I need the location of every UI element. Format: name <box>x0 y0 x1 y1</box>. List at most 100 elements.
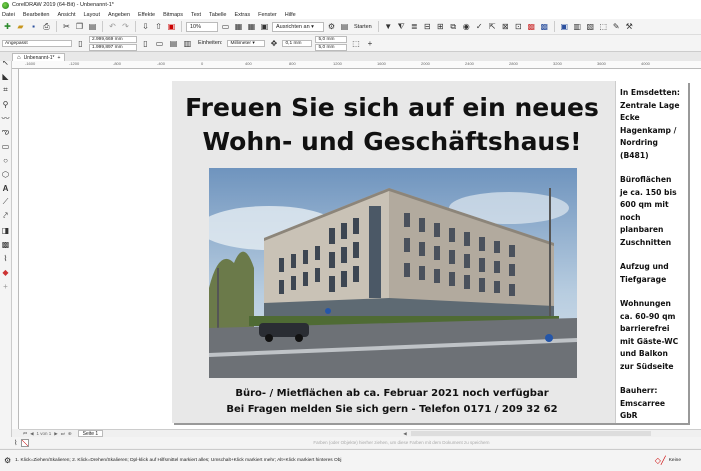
document-tab[interactable]: ⌂ Unbenannt-1* + <box>12 53 66 61</box>
zoom-tool-icon[interactable]: ⚲ <box>1 97 11 111</box>
check-icon[interactable]: ✓ <box>474 21 485 32</box>
add-page-icon[interactable]: ⊕ <box>68 431 72 437</box>
dropper-icon[interactable]: ⌇ <box>14 439 17 447</box>
image-adjust-icon[interactable]: ▧ <box>585 21 596 32</box>
menu-layout[interactable]: Layout <box>84 12 101 18</box>
close-tab-icon[interactable]: + <box>57 55 60 61</box>
settings-gear-icon[interactable]: ⚙ <box>4 456 11 465</box>
trim-icon[interactable]: ⊠ <box>500 21 511 32</box>
eyedropper-icon[interactable]: ⌇ <box>1 251 11 265</box>
text-tool-icon[interactable]: A <box>1 181 11 195</box>
menu-datei[interactable]: Datei <box>2 12 15 18</box>
intersect-icon[interactable]: ⊡ <box>513 21 524 32</box>
launch-icon[interactable]: ▤ <box>339 21 350 32</box>
combine-icon[interactable]: ⧉ <box>448 21 459 32</box>
color-styles-icon[interactable]: ▩ <box>526 21 537 32</box>
paste-icon[interactable]: ▤ <box>87 21 98 32</box>
menu-bearbeiten[interactable]: Bearbeiten <box>23 12 50 18</box>
document-page[interactable]: Freuen Sie sich auf ein neues Wohn- und … <box>172 81 688 423</box>
import-icon[interactable]: ⇩ <box>140 21 151 32</box>
page-height-input[interactable]: 1.999,897 mm <box>89 43 137 51</box>
duplicate-x-input[interactable]: 5,0 mm <box>315 35 348 43</box>
building-photo[interactable] <box>209 168 577 378</box>
menu-hilfe[interactable]: Hilfe <box>285 12 296 18</box>
menu-effekte[interactable]: Effekte <box>138 12 155 18</box>
transparency-tool-icon[interactable]: ▩ <box>1 237 11 251</box>
availability-text[interactable]: Büro- / Mietflächen ab ca. Februar 2021 … <box>172 388 612 399</box>
add-icon[interactable]: + <box>364 38 375 49</box>
barcode-icon[interactable]: ▥ <box>572 21 583 32</box>
crop-tool-icon[interactable]: ⌗ <box>1 83 11 97</box>
portrait-icon[interactable]: ▯ <box>140 38 151 49</box>
publish-pdf-icon[interactable]: ▣ <box>166 21 177 32</box>
qr-code-icon[interactable]: ▣ <box>559 21 570 32</box>
open-folder-icon[interactable]: ▰ <box>15 21 26 32</box>
artistic-media-icon[interactable]: ఌ <box>1 125 11 139</box>
redo-icon[interactable]: ↷ <box>120 21 131 32</box>
parallel-dimension-icon[interactable]: ⟋ <box>1 195 11 209</box>
full-screen-icon[interactable]: ▭ <box>220 21 231 32</box>
weld-icon[interactable]: ◉ <box>461 21 472 32</box>
prev-page-icon[interactable]: ◀ <box>30 431 33 437</box>
info-column[interactable]: In Emsdetten: Zentrale Lage Ecke Hagenka… <box>615 81 688 423</box>
scroll-left-icon[interactable]: ◀ <box>403 431 406 437</box>
shape-tool-icon[interactable]: ◣ <box>1 69 11 83</box>
units-select[interactable]: Millimeter ▾ <box>227 39 266 47</box>
transform-icon[interactable]: ⇱ <box>487 21 498 32</box>
snap-icon[interactable]: ▣ <box>259 21 270 32</box>
cut-icon[interactable]: ✂ <box>61 21 72 32</box>
export-icon[interactable]: ⇧ <box>153 21 164 32</box>
print-icon[interactable]: ⎙ <box>41 21 52 32</box>
flyer-headline[interactable]: Freuen Sie sich auf ein neues Wohn- und … <box>172 91 612 159</box>
menu-bitmaps[interactable]: Bitmaps <box>163 12 183 18</box>
group-icon[interactable]: ⊞ <box>435 21 446 32</box>
contact-phone-text[interactable]: Bei Fragen melden Sie sich gern - Telefo… <box>172 404 612 415</box>
duplicate-y-input[interactable]: 5,0 mm <box>315 43 348 51</box>
landscape-icon[interactable]: ▭ <box>154 38 165 49</box>
all-pages-icon[interactable]: ▤ <box>168 38 179 49</box>
menu-angeben[interactable]: Angeben <box>108 12 130 18</box>
menu-extras[interactable]: Extras <box>234 12 250 18</box>
drop-shadow-icon[interactable]: ◨ <box>1 223 11 237</box>
ellipse-tool-icon[interactable]: ○ <box>1 153 11 167</box>
palette-icon[interactable]: ▩ <box>539 21 550 32</box>
current-page-icon[interactable]: ▥ <box>182 38 193 49</box>
save-icon[interactable]: ▪ <box>28 21 39 32</box>
page-border-icon[interactable]: ⬚ <box>350 38 361 49</box>
page-width-input[interactable]: 2.999,669 mm <box>89 35 137 43</box>
tools-wrench-icon[interactable]: ⚒ <box>624 21 635 32</box>
rectangle-tool-icon[interactable]: ▭ <box>1 139 11 153</box>
launch-label[interactable]: Starten <box>354 24 372 30</box>
distribute-icon[interactable]: ⊟ <box>422 21 433 32</box>
rulers-icon[interactable]: ▦ <box>233 21 244 32</box>
menu-text[interactable]: Text <box>191 12 201 18</box>
pick-tool-extra-icon[interactable]: ▼ <box>383 21 394 32</box>
page-preset-select[interactable]: Angepasst <box>2 39 72 47</box>
snap-to-dropdown[interactable]: Ausrichten an ▾ <box>272 21 324 32</box>
menu-ansicht[interactable]: Ansicht <box>57 12 75 18</box>
nudge-distance-input[interactable]: 0,1 mm <box>282 39 313 47</box>
undo-icon[interactable]: ↶ <box>107 21 118 32</box>
align-icon[interactable]: ≣ <box>409 21 420 32</box>
grid-icon[interactable]: ▦ <box>246 21 257 32</box>
vertical-ruler[interactable] <box>12 69 19 429</box>
add-tool-icon[interactable]: + <box>1 279 11 293</box>
first-page-icon[interactable]: ⏮ <box>23 431 27 436</box>
options-gear-icon[interactable]: ⚙ <box>326 21 337 32</box>
filter-icon[interactable]: ⧨ <box>396 21 407 32</box>
new-document-icon[interactable]: ✚ <box>2 21 13 32</box>
connector-tool-icon[interactable]: ⤤ <box>1 209 11 223</box>
freehand-tool-icon[interactable]: 〰 <box>1 111 11 125</box>
no-color-swatch[interactable] <box>21 438 30 447</box>
horizontal-ruler[interactable]: -1600 -1200 -800 -400 0 400 800 1200 160… <box>12 61 701 69</box>
next-page-icon[interactable]: ▶ <box>54 431 57 437</box>
interactive-fill-icon[interactable]: ◆ <box>1 265 11 279</box>
last-page-icon[interactable]: ⏭ <box>61 431 65 436</box>
zoom-level-select[interactable]: 10% <box>186 21 218 32</box>
macro-icon[interactable]: ✎ <box>611 21 622 32</box>
page-tab[interactable]: Seite 1 <box>77 430 104 437</box>
polygon-tool-icon[interactable]: ⬡ <box>1 167 11 181</box>
menu-tabelle[interactable]: Tabelle <box>209 12 226 18</box>
copy-icon[interactable]: ❐ <box>74 21 85 32</box>
menu-fenster[interactable]: Fenster <box>258 12 277 18</box>
